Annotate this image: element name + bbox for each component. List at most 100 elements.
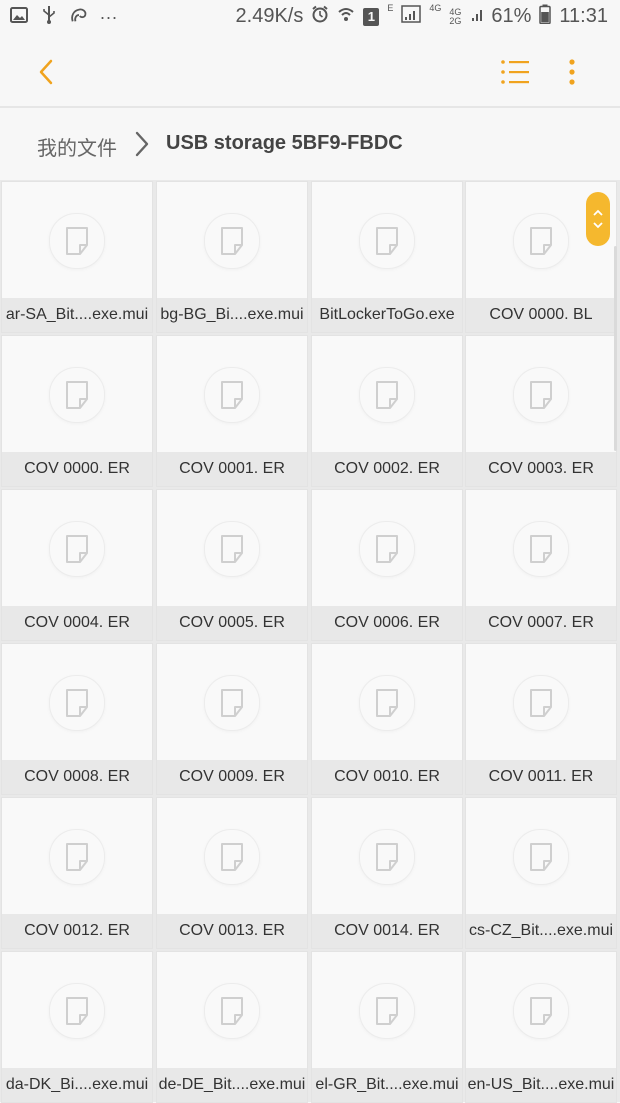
- file-item[interactable]: cs-CZ_Bit....exe.mui: [465, 797, 617, 949]
- file-name: da-DK_Bi....exe.mui: [2, 1068, 152, 1102]
- file-name: COV 0003. ER: [466, 452, 616, 486]
- file-thumbnail: [466, 644, 616, 762]
- file-thumbnail: [2, 644, 152, 762]
- file-thumbnail: [2, 952, 152, 1070]
- wifi-icon: [337, 5, 355, 28]
- file-item[interactable]: COV 0001. ER: [156, 335, 308, 487]
- file-name: COV 0008. ER: [2, 760, 152, 794]
- file-item[interactable]: en-US_Bit....exe.mui: [465, 951, 617, 1103]
- file-item[interactable]: COV 0010. ER: [311, 643, 463, 795]
- file-icon: [50, 368, 104, 422]
- file-thumbnail: [2, 490, 152, 608]
- file-icon: [205, 984, 259, 1038]
- breadcrumb-home[interactable]: 我的文件: [37, 132, 117, 161]
- scrollbar[interactable]: [614, 246, 617, 451]
- file-name: COV 0014. ER: [312, 914, 462, 948]
- more-options-button[interactable]: [554, 54, 590, 90]
- file-item[interactable]: COV 0000. ER: [1, 335, 153, 487]
- file-icon: [205, 830, 259, 884]
- file-thumbnail: [312, 182, 462, 300]
- chevron-down-icon: [593, 222, 603, 229]
- file-name: bg-BG_Bi....exe.mui: [157, 298, 307, 332]
- file-thumbnail: [466, 336, 616, 454]
- file-name: COV 0009. ER: [157, 760, 307, 794]
- file-name: COV 0007. ER: [466, 606, 616, 640]
- file-name: COV 0000. ER: [2, 452, 152, 486]
- file-item[interactable]: de-DE_Bit....exe.mui: [156, 951, 308, 1103]
- file-item[interactable]: el-GR_Bit....exe.mui: [311, 951, 463, 1103]
- file-thumbnail: [312, 644, 462, 762]
- file-name: COV 0006. ER: [312, 606, 462, 640]
- usb-icon: [40, 6, 58, 24]
- image-icon: [10, 6, 28, 24]
- file-icon: [50, 522, 104, 576]
- file-name: BitLockerToGo.exe: [312, 298, 462, 332]
- fast-scroll-handle[interactable]: [586, 192, 610, 246]
- file-thumbnail: [2, 798, 152, 916]
- file-name: COV 0005. ER: [157, 606, 307, 640]
- file-item[interactable]: BitLockerToGo.exe: [311, 181, 463, 333]
- file-item[interactable]: COV 0012. ER: [1, 797, 153, 949]
- file-item[interactable]: COV 0011. ER: [465, 643, 617, 795]
- file-icon: [360, 214, 414, 268]
- file-grid: ar-SA_Bit....exe.mui bg-BG_Bi....exe.mui B…: [0, 180, 620, 1103]
- file-thumbnail: [312, 798, 462, 916]
- file-name: COV 0000. BL: [466, 298, 616, 332]
- breadcrumb-current[interactable]: USB storage 5BF9-FBDC: [166, 132, 403, 155]
- clock: 11:31: [559, 5, 608, 27]
- file-icon: [360, 676, 414, 730]
- file-name: el-GR_Bit....exe.mui: [312, 1068, 462, 1102]
- file-name: ar-SA_Bit....exe.mui: [2, 298, 152, 332]
- file-name: COV 0004. ER: [2, 606, 152, 640]
- file-item[interactable]: COV 0014. ER: [311, 797, 463, 949]
- file-item[interactable]: COV 0005. ER: [156, 489, 308, 641]
- file-icon: [360, 830, 414, 884]
- back-button[interactable]: [30, 54, 62, 90]
- file-icon: [514, 368, 568, 422]
- file-thumbnail: [312, 336, 462, 454]
- file-thumbnail: [157, 952, 307, 1070]
- file-icon: [514, 984, 568, 1038]
- file-item[interactable]: COV 0006. ER: [311, 489, 463, 641]
- file-icon: [360, 522, 414, 576]
- file-name: COV 0001. ER: [157, 452, 307, 486]
- file-item[interactable]: ar-SA_Bit....exe.mui: [1, 181, 153, 333]
- file-name: en-US_Bit....exe.mui: [466, 1068, 616, 1102]
- file-item[interactable]: bg-BG_Bi....exe.mui: [156, 181, 308, 333]
- chevron-left-icon: [39, 59, 53, 85]
- file-icon: [360, 984, 414, 1038]
- chevron-up-icon: [593, 209, 603, 216]
- notification-overflow: ...: [100, 2, 119, 23]
- file-item[interactable]: COV 0003. ER: [465, 335, 617, 487]
- file-thumbnail: [466, 952, 616, 1070]
- chevron-right-icon: [132, 131, 152, 157]
- view-toggle-button[interactable]: [497, 54, 533, 90]
- file-item[interactable]: COV 0009. ER: [156, 643, 308, 795]
- list-view-icon: [501, 60, 529, 84]
- network-e: E: [387, 3, 394, 13]
- file-item[interactable]: COV 0004. ER: [1, 489, 153, 641]
- file-thumbnail: [466, 798, 616, 916]
- file-item[interactable]: COV 0002. ER: [311, 335, 463, 487]
- network-4g: 4G: [429, 3, 442, 13]
- file-name: COV 0013. ER: [157, 914, 307, 948]
- file-name: de-DE_Bit....exe.mui: [157, 1068, 307, 1102]
- file-name: cs-CZ_Bit....exe.mui: [466, 914, 616, 948]
- file-thumbnail: [157, 182, 307, 300]
- file-item[interactable]: da-DK_Bi....exe.mui: [1, 951, 153, 1103]
- file-thumbnail: [157, 490, 307, 608]
- file-icon: [50, 214, 104, 268]
- more-vertical-icon: [569, 59, 575, 85]
- file-icon: [50, 984, 104, 1038]
- file-icon: [205, 522, 259, 576]
- file-icon: [205, 368, 259, 422]
- file-item[interactable]: COV 0013. ER: [156, 797, 308, 949]
- file-thumbnail: [312, 952, 462, 1070]
- file-item[interactable]: COV 0007. ER: [465, 489, 617, 641]
- file-thumbnail: [157, 336, 307, 454]
- file-name: COV 0010. ER: [312, 760, 462, 794]
- file-item[interactable]: COV 0008. ER: [1, 643, 153, 795]
- file-icon: [205, 676, 259, 730]
- file-thumbnail: [466, 490, 616, 608]
- file-thumbnail: [312, 490, 462, 608]
